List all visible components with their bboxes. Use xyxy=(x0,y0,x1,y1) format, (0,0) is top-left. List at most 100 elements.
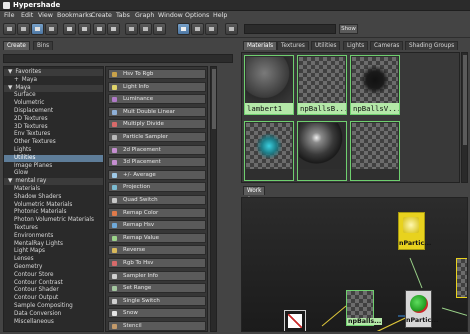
tree-item[interactable]: 2D Textures xyxy=(4,116,103,123)
collapse-arrow-icon[interactable]: ▼ xyxy=(8,178,12,184)
node-button[interactable]: Luminance xyxy=(108,94,206,105)
menu-bookmarks[interactable]: Bookmarks xyxy=(57,12,92,19)
node-button[interactable]: Remap Hsv xyxy=(108,220,206,231)
npballs-node[interactable]: npBalls... xyxy=(346,290,383,326)
node-button[interactable]: Hsv To Rgb xyxy=(108,69,206,79)
swatch-glossy[interactable] xyxy=(297,121,347,181)
hide-bottom-tabs-button[interactable] xyxy=(17,23,30,35)
tree-item[interactable]: + Maya xyxy=(4,77,103,84)
node-button[interactable]: Multiply Divide xyxy=(108,119,206,130)
tab-materials[interactable]: Materials xyxy=(243,41,278,50)
menu-create[interactable]: Create xyxy=(91,12,112,19)
collapse-arrow-icon[interactable]: ▼ xyxy=(8,69,12,75)
node-button[interactable]: Stencil xyxy=(108,321,206,331)
add-to-graph-button[interactable] xyxy=(93,23,106,35)
materials-scrollbar[interactable] xyxy=(461,52,468,183)
tree-item[interactable]: 3D Textures xyxy=(4,124,103,131)
tree-item[interactable]: Light Maps xyxy=(4,248,103,255)
node-button[interactable]: Sampler Info xyxy=(108,270,206,281)
show-button[interactable]: Show xyxy=(339,24,358,34)
tree-item[interactable]: Photon Volumetric Materials xyxy=(4,217,103,224)
input-connections-button[interactable] xyxy=(125,23,138,35)
menu-graph[interactable]: Graph xyxy=(135,12,154,19)
tree-item[interactable]: Lights xyxy=(4,147,103,154)
node-button[interactable]: Single Switch xyxy=(108,295,206,306)
remove-from-graph-button[interactable] xyxy=(107,23,120,35)
node-list-scrollbar[interactable] xyxy=(210,66,217,332)
menu-tabs[interactable]: Tabs xyxy=(116,12,130,19)
tree-section-header[interactable]: ▼ Favorites xyxy=(4,69,103,76)
tree-item[interactable]: Image Planes xyxy=(4,163,103,170)
tree-item[interactable]: Environments xyxy=(4,233,103,240)
tree-item[interactable]: Utilities xyxy=(4,154,103,162)
menu-edit[interactable]: Edit xyxy=(21,12,33,19)
swatch-npballsv[interactable]: npBallsV... xyxy=(350,55,400,115)
node-button[interactable]: Remap Color xyxy=(108,207,206,218)
node-button[interactable]: Light Info xyxy=(108,81,206,92)
node-button[interactable]: Snow xyxy=(108,308,206,319)
tab-create[interactable]: Create xyxy=(3,41,30,50)
work-area-graph[interactable]: nPartic... nPartic... npBalls... xyxy=(241,197,468,332)
graph-materials-button[interactable] xyxy=(63,23,76,35)
tree-section-header[interactable]: ▼ Maya xyxy=(4,84,103,92)
tab-utilities[interactable]: Utilities xyxy=(311,41,341,50)
texture-node-corner[interactable] xyxy=(284,310,306,331)
node-button[interactable]: +/- Average xyxy=(108,169,206,180)
menu-options[interactable]: Options xyxy=(185,12,209,19)
tab-lights[interactable]: Lights xyxy=(343,41,369,50)
menu-help[interactable]: Help xyxy=(213,12,227,19)
tree-item[interactable]: Contour Contrast xyxy=(4,280,103,287)
tree-item[interactable]: Volumetric Materials xyxy=(4,202,103,209)
tree-item[interactable]: Glow xyxy=(4,170,103,177)
node-button[interactable]: Rgb To Hsv xyxy=(108,258,206,268)
tree-item[interactable]: Lenses xyxy=(4,256,103,263)
swatch-lambert1[interactable]: lambert1 xyxy=(244,55,294,115)
tree-item[interactable]: Contour Output xyxy=(4,295,103,302)
tree-item[interactable]: Displacement xyxy=(4,108,103,115)
view-options-button[interactable] xyxy=(191,23,204,35)
tree-item[interactable]: Textures xyxy=(4,225,103,232)
offscreen-node[interactable] xyxy=(456,258,467,298)
tree-item[interactable]: Materials xyxy=(4,186,103,193)
swatch-checker[interactable] xyxy=(350,121,400,181)
menu-file[interactable]: File xyxy=(4,12,15,19)
menu-window[interactable]: Window xyxy=(158,12,183,19)
tree-item[interactable]: Geometry xyxy=(4,264,103,271)
scrollbar-thumb[interactable] xyxy=(463,55,467,145)
collapse-arrow-icon[interactable]: ▼ xyxy=(8,85,12,91)
hide-top-tabs-button[interactable] xyxy=(3,23,16,35)
sort-button[interactable] xyxy=(177,23,190,35)
node-button[interactable]: 2d Placement xyxy=(108,144,206,155)
tab-cameras[interactable]: Cameras xyxy=(370,41,404,50)
expand-icon[interactable]: + xyxy=(14,77,19,83)
node-button[interactable]: Quad Switch xyxy=(108,195,206,205)
filter-icon[interactable] xyxy=(225,23,238,35)
node-button[interactable]: Remap Value xyxy=(108,232,206,243)
io-connections-button[interactable] xyxy=(139,23,152,35)
tree-item[interactable]: Miscellaneous xyxy=(4,319,103,326)
clear-graph-button[interactable] xyxy=(78,23,91,35)
output-connections-button[interactable] xyxy=(153,23,166,35)
node-button[interactable]: 3d Placement xyxy=(108,157,206,168)
nparticle-node-lower[interactable]: nPartic... xyxy=(405,290,438,328)
scrollbar-thumb[interactable] xyxy=(212,69,216,129)
tree-item[interactable]: Contour Shader xyxy=(4,287,103,294)
tab-shading-groups[interactable]: Shading Groups xyxy=(405,41,459,50)
swatch-cyan-particle[interactable] xyxy=(244,121,294,181)
layout-button[interactable] xyxy=(45,23,58,35)
swatch-size-button[interactable] xyxy=(205,23,218,35)
node-button[interactable]: Set Range xyxy=(108,283,206,294)
tree-item[interactable]: MentalRay Lights xyxy=(4,241,103,248)
node-button[interactable]: Reverse xyxy=(108,245,206,256)
show-both-tabs-button[interactable] xyxy=(31,23,44,35)
tree-item[interactable]: Contour Store xyxy=(4,272,103,279)
nparticle-node-upper[interactable]: nPartic... xyxy=(398,212,431,250)
tab-bins[interactable]: Bins xyxy=(33,41,54,50)
tree-item[interactable]: Data Conversion xyxy=(4,311,103,318)
swatch-npballsb[interactable]: npBallsB... xyxy=(297,55,347,115)
menu-view[interactable]: View xyxy=(38,12,53,19)
tab-textures[interactable]: Textures xyxy=(277,41,309,50)
tree-item[interactable]: Volumetric xyxy=(4,100,103,107)
tree-item[interactable]: Other Textures xyxy=(4,139,103,146)
node-button[interactable]: Mult Double Linear xyxy=(108,106,206,117)
